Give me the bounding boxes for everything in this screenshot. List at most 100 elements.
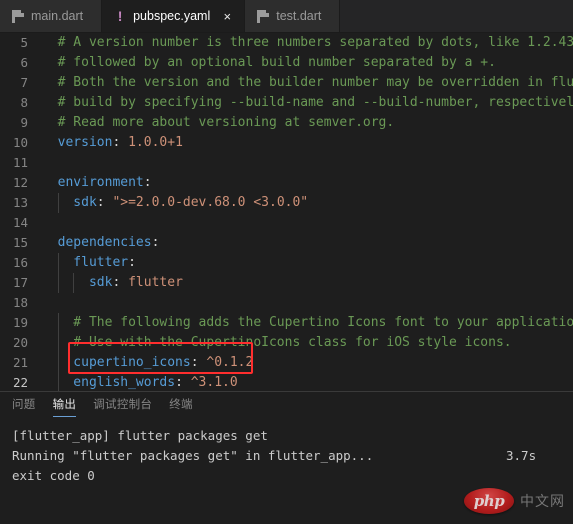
bottom-panel: 问题 输出 调试控制台 终端 [flutter_app] flutter packag… [0,391,573,524]
indent-guide [73,273,75,293]
code-line[interactable]: 11 [0,153,573,173]
code-token: cupertino_icons [42,355,191,370]
code-token: : [190,355,207,370]
dart-file-icon [257,9,270,23]
line-content [42,213,573,233]
line-number: 18 [12,295,28,310]
code-line[interactable]: 10 version: 1.0.0+1 [0,133,573,153]
close-icon[interactable]: × [220,10,234,23]
code-editor[interactable]: 5 # A version number is three numbers se… [0,33,573,392]
code-line[interactable]: 13 sdk: ">=2.0.0-dev.68.0 <3.0.0" [0,193,573,213]
line-content: sdk: flutter [42,273,573,293]
line-number: 7 [20,75,28,90]
editor-tab-label: test.dart [276,9,322,23]
output-duration: 3.7s [506,448,537,463]
code-line[interactable]: 9 # Read more about versioning at semver… [0,113,573,133]
line-number: 14 [12,215,28,230]
code-token: sdk [42,195,97,210]
line-content: sdk: ">=2.0.0-dev.68.0 <3.0.0" [42,193,573,213]
output-text: exit code 0 [12,468,95,483]
editor-tab-main-dart[interactable]: main.dart [0,0,103,32]
code-line[interactable]: 19 # The following adds the Cupertino Ic… [0,313,573,333]
code-line[interactable]: 15 dependencies: [0,233,573,253]
line-content: flutter: [42,253,573,273]
code-token: environment [42,175,144,190]
code-line[interactable]: 16 flutter: [0,253,573,273]
output-console[interactable]: [flutter_app] flutter packages get Runnin… [0,418,573,486]
output-line: exit code 0 [12,466,573,486]
line-content: # Read more about versioning at semver.o… [42,113,573,133]
code-line[interactable]: 14 [0,213,573,233]
line-number: 8 [20,95,28,110]
editor-tab-label: main.dart [31,9,84,23]
code-token: # Both the version and the builder numbe… [42,75,573,90]
line-content: english_words: ^3.1.0 [42,373,573,392]
editor-tab-pubspec-yaml[interactable]: ! pubspec.yaml × [102,0,246,32]
output-text: [flutter_app] flutter packages get [12,428,268,443]
line-number: 19 [12,315,28,330]
panel-tab-0[interactable]: 问题 [12,392,36,418]
code-line[interactable]: 20 # Use with the CupertinoIcons class f… [0,333,573,353]
code-token: : [112,275,129,290]
php-logo-icon: php [464,488,514,514]
editor-tab-test-dart[interactable]: test.dart [245,0,341,32]
vscode-window: main.dart ! pubspec.yaml × test.dart 5 #… [0,0,573,524]
code-token: : [151,235,160,250]
code-token: flutter [42,255,129,270]
line-number: 13 [12,195,28,210]
panel-tab-3[interactable]: 终端 [169,392,193,418]
code-line[interactable]: 5 # A version number is three numbers se… [0,33,573,53]
line-content: # build by specifying --build-name and -… [42,93,573,113]
line-number: 22 [12,375,28,390]
code-token: : [175,375,191,390]
dart-file-icon [12,9,24,23]
editor-tab-label: pubspec.yaml [133,9,211,23]
line-number: 5 [20,35,28,50]
code-token: : [128,255,136,270]
indent-guide [57,253,59,273]
indent-guide [57,273,59,293]
panel-tab-1[interactable]: 输出 [52,392,77,418]
panel-tab-bar: 问题 输出 调试控制台 终端 [0,392,573,418]
output-line: [flutter_app] flutter packages get [12,426,573,446]
indent-guide [57,193,59,213]
watermark-suffix-text: 中文网 [520,493,565,509]
code-token: # A version number is three numbers sepa… [42,35,573,50]
line-number: 15 [12,235,28,250]
warning-exclamation-icon: ! [117,8,123,24]
tab-bar-empty-space [340,0,573,32]
code-line[interactable]: 12 environment: [0,173,573,193]
line-number: 9 [20,115,28,130]
code-line[interactable]: 7 # Both the version and the builder num… [0,73,573,93]
code-token: : [96,195,113,210]
code-line[interactable]: 17 sdk: flutter [0,273,573,293]
line-content [42,293,573,313]
code-token: : [112,135,129,150]
code-token: # Read more about versioning at semver.o… [42,115,395,130]
panel-tab-2[interactable]: 调试控制台 [93,392,152,418]
code-token: ^0.1.2 [206,355,254,370]
line-content: environment: [42,173,573,193]
code-line[interactable]: 6 # followed by an optional build number… [0,53,573,73]
line-number: 6 [20,55,28,70]
line-number: 21 [12,355,28,370]
code-line[interactable]: 18 [0,293,573,313]
line-number: 17 [12,275,28,290]
code-token: version [42,135,113,150]
code-token: ">=2.0.0-dev.68.0 <3.0.0" [112,195,309,210]
line-content: cupertino_icons: ^0.1.2 [42,353,573,373]
line-number: 12 [12,175,28,190]
code-token: dependencies [42,235,152,250]
code-line[interactable]: 8 # build by specifying --build-name and… [0,93,573,113]
output-line: Running "flutter packages get" in flutte… [12,446,573,466]
code-token: flutter [128,275,183,290]
line-content: # A version number is three numbers sepa… [42,33,573,53]
line-content: dependencies: [42,233,573,253]
code-line[interactable]: 22 english_words: ^3.1.0 [0,373,573,392]
code-token: : [143,175,152,190]
output-text: Running "flutter packages get" in flutte… [12,448,374,463]
code-token: 1.0.0+1 [128,135,183,150]
watermark: php 中文网 [464,488,565,514]
code-line[interactable]: 21 cupertino_icons: ^0.1.2 [0,353,573,373]
line-number: 20 [12,335,28,350]
